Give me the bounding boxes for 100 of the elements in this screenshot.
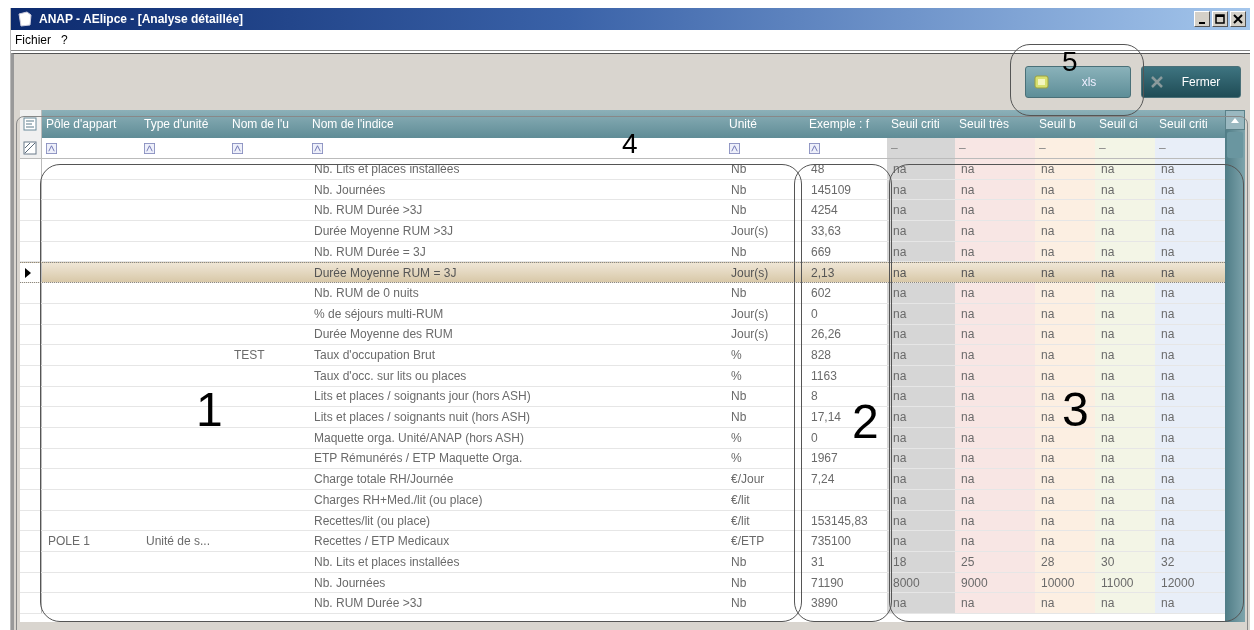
filter-cell[interactable]: – bbox=[955, 138, 1035, 159]
table-row[interactable]: TEST Taux d'occupation Brut % 828 na na na na na bbox=[20, 345, 1225, 366]
table-cell: na bbox=[1101, 492, 1115, 507]
table-cell: 26,26 bbox=[811, 327, 842, 342]
table-cell: na bbox=[1161, 596, 1175, 611]
table-cell: na bbox=[893, 285, 907, 300]
arrow-up-icon bbox=[1230, 116, 1240, 124]
table-cell: na bbox=[961, 534, 975, 549]
table-cell: Nb. Journées bbox=[314, 182, 386, 197]
column-header[interactable]: Seuil b bbox=[1035, 110, 1095, 138]
table-cell: POLE 1 bbox=[48, 534, 91, 549]
filter-cell[interactable]: – bbox=[1155, 138, 1225, 159]
table-cell: €/lit bbox=[731, 513, 750, 528]
filter-icon[interactable] bbox=[312, 142, 323, 154]
minimize-icon bbox=[1199, 21, 1205, 24]
scroll-up-button[interactable] bbox=[1225, 110, 1245, 130]
table-cell: na bbox=[961, 182, 975, 197]
table-cell: 10000 bbox=[1041, 575, 1075, 590]
table-cell: 28 bbox=[1041, 554, 1055, 569]
column-header[interactable]: Unité bbox=[725, 110, 805, 138]
table-row[interactable]: Taux d'occ. sur lits ou places % 1163 na na na na na bbox=[20, 365, 1225, 387]
minimize-button[interactable] bbox=[1194, 11, 1210, 27]
clear-filter-icon[interactable] bbox=[23, 141, 37, 155]
close-button[interactable]: Fermer bbox=[1141, 66, 1241, 98]
table-row[interactable]: Nb. Journées Nb 145109 na na na na na bbox=[20, 179, 1225, 201]
scrollbar[interactable] bbox=[1225, 110, 1245, 622]
menu-item[interactable]: Fichier bbox=[15, 33, 51, 47]
table-cell: na bbox=[893, 451, 907, 466]
table-cell: na bbox=[1101, 327, 1115, 342]
column-header[interactable]: Exemple : f bbox=[805, 110, 887, 138]
table-cell: na bbox=[1041, 368, 1055, 383]
table-cell: Nb. RUM Durée = 3J bbox=[314, 244, 426, 259]
table-cell: na bbox=[961, 389, 975, 404]
table-cell: na bbox=[1161, 513, 1175, 528]
table-cell: na bbox=[961, 203, 975, 218]
table-cell: Taux d'occupation Brut bbox=[314, 348, 436, 363]
filter-cell[interactable]: – bbox=[1095, 138, 1155, 159]
table-row[interactable]: Durée Moyenne RUM >3J Jour(s) 33,63 na na na na na bbox=[20, 221, 1225, 242]
table-row[interactable]: Nb. Lits et places installées Nb 31 18 25 28 30 32 bbox=[20, 552, 1225, 573]
table-cell: na bbox=[1161, 348, 1175, 363]
column-header[interactable]: Type d'unité bbox=[140, 110, 228, 138]
column-header[interactable]: Nom de l'u bbox=[228, 110, 308, 138]
table-cell: na bbox=[1041, 430, 1055, 445]
table-cell: 8000 bbox=[893, 575, 920, 590]
filter-icon[interactable] bbox=[729, 142, 740, 154]
column-header[interactable]: Seuil très bbox=[955, 110, 1035, 138]
table-cell: na bbox=[893, 492, 907, 507]
scroll-thumb[interactable] bbox=[1227, 132, 1243, 158]
table-row[interactable]: Durée Moyenne RUM = 3J Jour(s) 2,13 na na na na na bbox=[20, 262, 1225, 284]
table-cell: na bbox=[893, 534, 907, 549]
row-header[interactable] bbox=[20, 263, 42, 283]
table-cell: 0 bbox=[811, 306, 818, 321]
table-cell: 828 bbox=[811, 348, 832, 363]
table-row[interactable]: Durée Moyenne des RUM Jour(s) 26,26 na na na na na bbox=[20, 324, 1225, 346]
maximize-button[interactable] bbox=[1212, 11, 1228, 27]
table-row[interactable]: Charges RH+Med./lit (ou place) €/lit na na na na na bbox=[20, 490, 1225, 511]
table-row[interactable]: Charge totale RH/Journée €/Jour 7,24 na na na na na bbox=[20, 469, 1225, 490]
table-cell: na bbox=[893, 203, 907, 218]
table-cell: na bbox=[961, 430, 975, 445]
table-cell: na bbox=[1041, 285, 1055, 300]
table-cell: na bbox=[1041, 182, 1055, 197]
table-cell: ETP Rémunérés / ETP Maquette Orga. bbox=[314, 451, 523, 466]
table-cell: % de séjours multi-RUM bbox=[314, 306, 444, 321]
column-header[interactable]: Seuil criti bbox=[1155, 110, 1225, 138]
filter-icon[interactable] bbox=[144, 142, 155, 154]
table-cell: 17,14 bbox=[811, 410, 842, 425]
table-row[interactable]: Nb. RUM Durée >3J Nb 4254 na na na na na bbox=[20, 200, 1225, 222]
table-row[interactable]: ETP Rémunérés / ETP Maquette Orga. % 1967 na na na na na bbox=[20, 448, 1225, 470]
table-row[interactable]: % de séjours multi-RUM Jour(s) 0 na na na na na bbox=[20, 303, 1225, 325]
table-cell: na bbox=[1041, 410, 1055, 425]
document-icon bbox=[17, 11, 33, 27]
table-cell: Durée Moyenne RUM = 3J bbox=[314, 265, 457, 280]
table-cell: Nb. Lits et places installées bbox=[314, 554, 460, 569]
table-cell: na bbox=[893, 306, 907, 321]
table-cell: 9000 bbox=[961, 575, 988, 590]
table-cell: na bbox=[1101, 203, 1115, 218]
table-cell: na bbox=[893, 265, 907, 280]
close-button[interactable] bbox=[1230, 11, 1246, 27]
table-cell: 3890 bbox=[811, 596, 838, 611]
table-cell: Durée Moyenne des RUM bbox=[314, 327, 453, 342]
table-cell: na bbox=[893, 472, 907, 487]
table-cell: 735100 bbox=[811, 534, 852, 549]
table-cell: na bbox=[1161, 285, 1175, 300]
filter-icon[interactable] bbox=[809, 142, 820, 154]
table-row[interactable]: Recettes/lit (ou place) €/lit 153145,83 na na na na na bbox=[20, 510, 1225, 532]
table-row[interactable]: Nb. Journées Nb 71190 8000 9000 10000 11000 12000 bbox=[20, 572, 1225, 594]
table-row[interactable]: POLE 1 Unité de s... Recettes / ETP Medicaux €/ETP 735100 na na na na na bbox=[20, 531, 1225, 553]
table-cell: na bbox=[1161, 223, 1175, 238]
menu-item[interactable]: ? bbox=[61, 33, 68, 47]
table-row[interactable]: Nb. RUM de 0 nuits Nb 602 na na na na na bbox=[20, 283, 1225, 304]
filter-icon[interactable] bbox=[232, 142, 243, 154]
filter-cell[interactable]: – bbox=[1035, 138, 1095, 159]
table-cell: Nb bbox=[731, 182, 747, 197]
table-cell: na bbox=[893, 410, 907, 425]
table-cell: na bbox=[1041, 348, 1055, 363]
column-header[interactable]: Seuil ci bbox=[1095, 110, 1155, 138]
column-header[interactable]: Pôle d'appart bbox=[42, 110, 140, 138]
column-header[interactable]: Seuil criti bbox=[887, 110, 955, 138]
filter-icon[interactable] bbox=[46, 142, 57, 154]
table-row[interactable]: Nb. RUM Durée >3J Nb 3890 na na na na na bbox=[20, 593, 1225, 615]
